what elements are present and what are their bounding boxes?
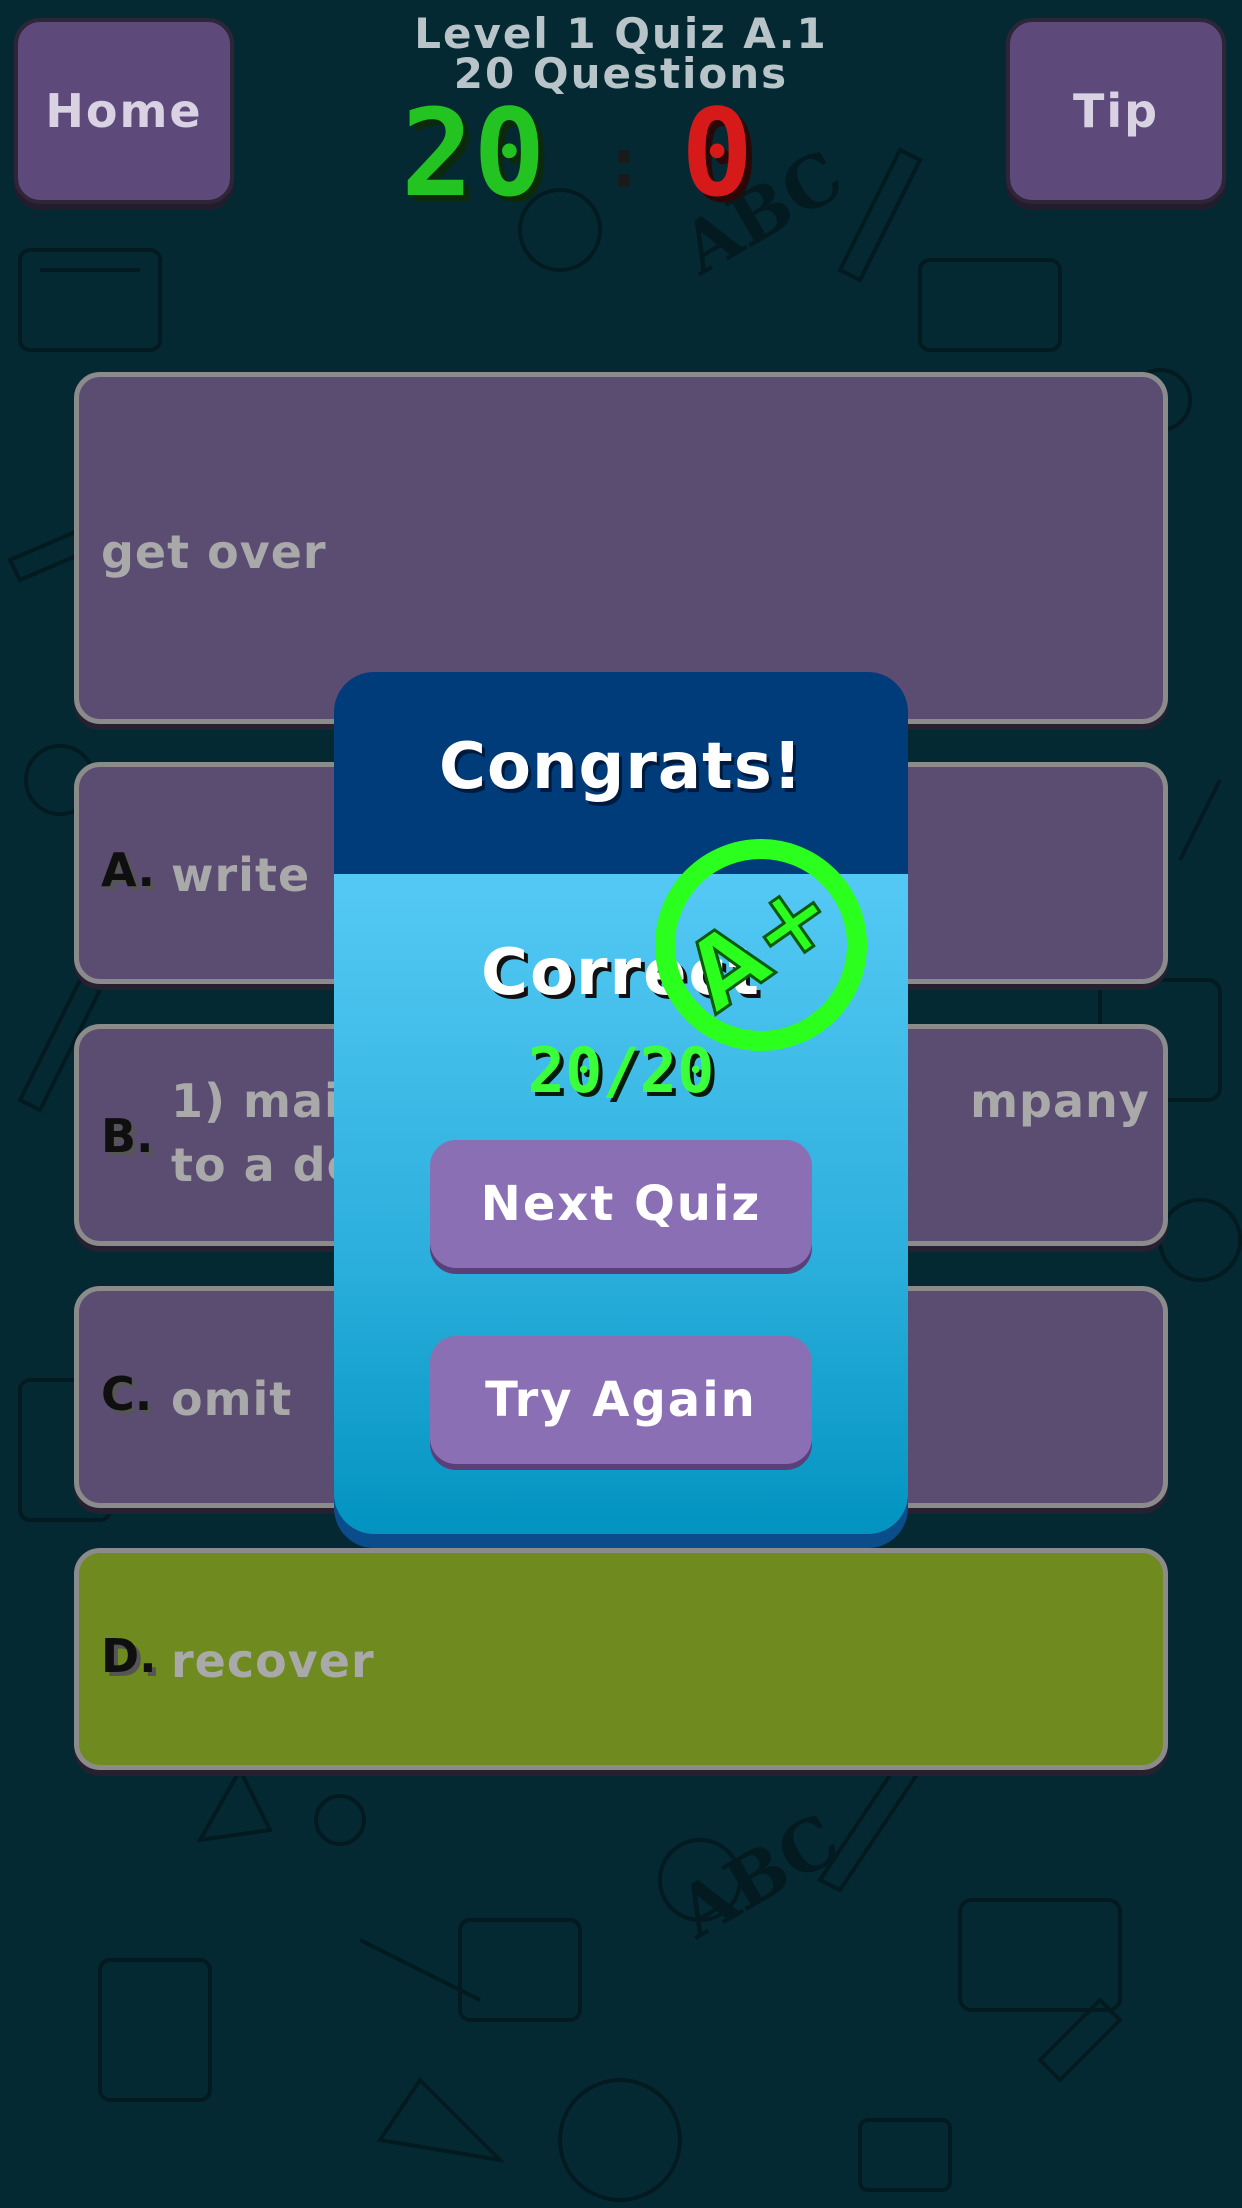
option-letter: B. bbox=[101, 1109, 154, 1163]
question-text: get over bbox=[101, 525, 327, 579]
option-letter: A. bbox=[101, 843, 155, 897]
next-quiz-button[interactable]: Next Quiz bbox=[430, 1140, 812, 1268]
result-dialog: Congrats! Correct 20/20 Next Quiz Try Ag… bbox=[334, 672, 908, 1534]
quiz-screen: ABC ABC Home Level 1 Quiz A.1 20 Questio… bbox=[0, 0, 1242, 2208]
home-button[interactable]: Home bbox=[14, 18, 234, 204]
option-text: recover bbox=[171, 1634, 375, 1688]
tip-button-label: Tip bbox=[1072, 84, 1160, 138]
quiz-title-level: Level 1 Quiz A.1 bbox=[414, 9, 828, 58]
score-display: 20 : 0 bbox=[321, 85, 921, 224]
option-letter: D. bbox=[101, 1629, 157, 1683]
wrong-count: 0 bbox=[681, 85, 754, 224]
answer-option-d-selected[interactable]: D. recover bbox=[74, 1548, 1168, 1770]
tip-button[interactable]: Tip bbox=[1006, 18, 1226, 204]
option-text: omit bbox=[171, 1372, 293, 1426]
option-text: write bbox=[171, 848, 311, 902]
try-again-label: Try Again bbox=[485, 1372, 757, 1428]
try-again-button[interactable]: Try Again bbox=[430, 1336, 812, 1464]
option-letter: C. bbox=[101, 1367, 153, 1421]
home-button-label: Home bbox=[45, 84, 203, 138]
a-plus-grade-badge-icon: A+ bbox=[655, 839, 867, 1051]
correct-count: 20 bbox=[401, 85, 546, 224]
score-separator: : bbox=[603, 122, 646, 204]
quiz-title: Level 1 Quiz A.1 20 Questions bbox=[321, 9, 921, 95]
next-quiz-label: Next Quiz bbox=[480, 1176, 762, 1232]
dialog-title: Congrats! bbox=[439, 730, 803, 804]
